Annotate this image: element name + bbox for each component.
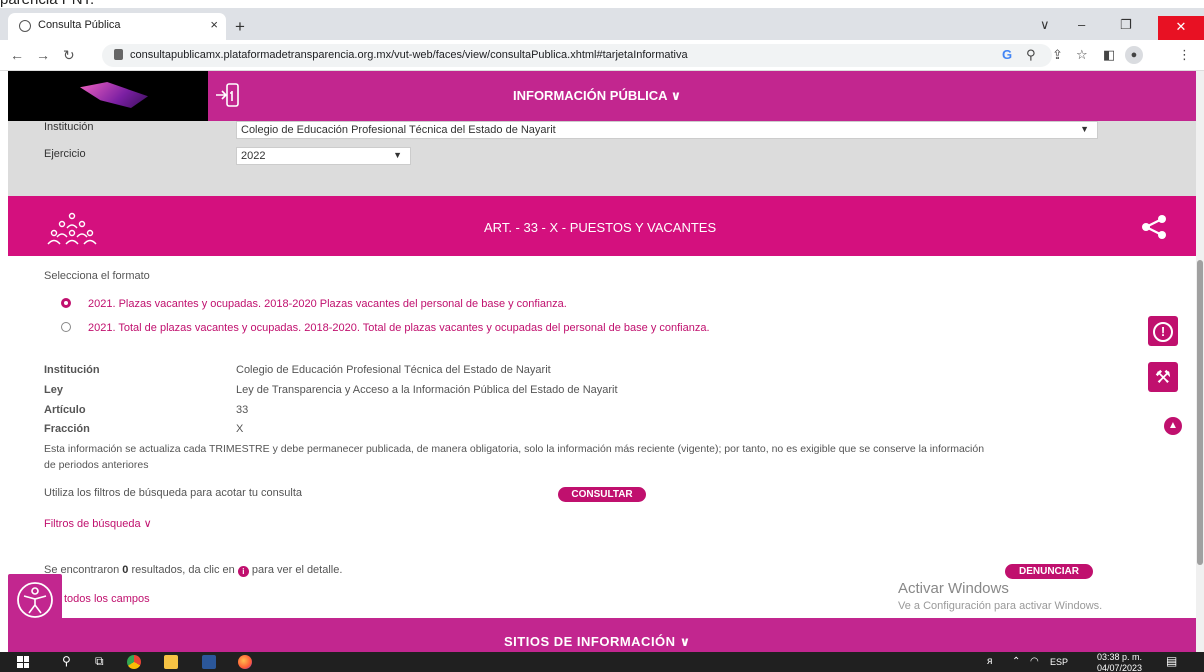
site-logo[interactable]: [8, 71, 208, 121]
share-icon[interactable]: [1140, 214, 1168, 240]
bookmark-star-icon[interactable]: ☆: [1076, 47, 1088, 63]
todos-campos-link[interactable]: todos los campos: [64, 593, 150, 605]
institucion-select[interactable]: Colegio de Educación Profesional Técnica…: [236, 121, 1098, 139]
browser-tab[interactable]: Consulta Pública ×: [8, 13, 226, 40]
update-note-line-1: Esta información se actualiza cada TRIME…: [44, 443, 985, 455]
language-indicator[interactable]: ESP: [1050, 657, 1068, 667]
forward-icon[interactable]: →: [36, 47, 50, 63]
tab-close-icon[interactable]: ×: [210, 17, 218, 32]
side-panel-icon[interactable]: ◧: [1103, 47, 1115, 63]
info-label: Ley: [44, 384, 63, 396]
tab-title: Consulta Pública: [38, 19, 121, 31]
results-summary: Se encontraron 0 resultados, da clic en …: [44, 564, 342, 577]
profile-avatar-icon[interactable]: ●: [1125, 46, 1143, 64]
notifications-icon[interactable]: ▤: [1166, 654, 1177, 668]
activate-windows-subtitle: Ve a Configuración para activar Windows.: [898, 600, 1103, 612]
url-field[interactable]: consultapublicamx.plataformadetransparen…: [102, 44, 1052, 67]
alert-icon[interactable]: !: [1148, 316, 1178, 346]
info-value: X: [236, 423, 244, 435]
lock-icon: [114, 49, 123, 60]
footer-bar: SITIOS DE INFORMACIÓN ∨: [8, 618, 1196, 652]
share-page-icon[interactable]: ⇪: [1052, 47, 1063, 63]
url-text: consultapublicamx.plataformadetransparen…: [130, 49, 688, 61]
logo-shape: [80, 82, 148, 108]
clock-date[interactable]: 04/07/2023: [1097, 663, 1142, 672]
close-window-button[interactable]: ✕: [1158, 16, 1204, 40]
people-network-icon: [47, 212, 97, 245]
caption-strip: parencia PNT.: [0, 0, 1204, 8]
back-icon[interactable]: ←: [10, 47, 24, 63]
institucion-select-value: Colegio de Educación Profesional Técnica…: [241, 124, 556, 136]
chevron-down-icon: ▼: [1080, 124, 1089, 134]
info-value: Ley de Transparencia y Acceso a la Infor…: [236, 384, 618, 396]
people-tray-icon[interactable]: ᴙ: [987, 656, 992, 667]
section-banner: ART. - 33 - X - PUESTOS Y VACANTES: [8, 196, 1196, 256]
firefox-icon[interactable]: [238, 655, 252, 669]
info-value: 33: [236, 404, 249, 416]
search-icon[interactable]: ⚲: [62, 654, 71, 668]
clock-time[interactable]: 03:38 p. m.: [1097, 652, 1142, 662]
institucion-label: Institución: [44, 121, 94, 133]
chevron-down-icon: ▼: [393, 150, 402, 160]
google-icon[interactable]: G: [1002, 47, 1012, 62]
tab-search-chevron-icon[interactable]: ∨: [1040, 17, 1050, 33]
update-note-line-2: de periodos anteriores: [44, 459, 149, 471]
ejercicio-select-value: 2022: [241, 150, 266, 162]
filtros-busqueda-link[interactable]: Filtros de búsqueda ∨: [44, 517, 152, 530]
new-tab-button[interactable]: +: [235, 17, 245, 37]
wrench-icon[interactable]: ⚒: [1148, 362, 1178, 392]
windows-start-icon[interactable]: [17, 656, 29, 668]
tray-chevron-icon[interactable]: ⌃: [1012, 656, 1020, 667]
informacion-publica-menu[interactable]: INFORMACIÓN PÚBLICA ∨: [513, 88, 681, 104]
ejercicio-label: Ejercicio: [44, 148, 86, 160]
denunciar-button[interactable]: DENUNCIAR: [1005, 564, 1093, 579]
formato-radio-1[interactable]: [61, 298, 71, 308]
alert-glyph: !: [1153, 322, 1173, 343]
wifi-icon[interactable]: ◠: [1030, 656, 1039, 667]
scroll-up-icon[interactable]: ▲: [1164, 417, 1182, 435]
zoom-icon[interactable]: ⚲: [1026, 47, 1036, 63]
formato-radio-2[interactable]: [61, 322, 71, 332]
results-suffix-a: resultados, da clic en: [128, 564, 238, 576]
minimize-button[interactable]: –: [1078, 17, 1085, 32]
menu-kebab-icon[interactable]: ⋮: [1178, 47, 1191, 63]
reload-icon[interactable]: ↻: [63, 47, 75, 64]
results-suffix-b: para ver el detalle.: [248, 564, 343, 576]
exit-info-icon[interactable]: [214, 81, 240, 109]
info-label: Fracción: [44, 423, 90, 435]
globe-icon: [19, 20, 31, 32]
site-header: INFORMACIÓN PÚBLICA ∨: [8, 71, 1196, 121]
formato-option-2-label[interactable]: 2021. Total de plazas vacantes y ocupada…: [88, 322, 710, 334]
info-value: Colegio de Educación Profesional Técnica…: [236, 364, 551, 376]
info-circle-icon: i: [237, 566, 249, 577]
filter-panel: Institución Colegio de Educación Profesi…: [8, 121, 1196, 196]
formato-label: Selecciona el formato: [44, 270, 150, 282]
file-explorer-icon[interactable]: [164, 655, 178, 669]
address-bar: ← → ↻ consultapublicamx.plataformadetran…: [0, 40, 1204, 71]
info-label: Artículo: [44, 404, 86, 416]
chrome-icon[interactable]: [127, 655, 141, 669]
caption-text: parencia PNT.: [0, 0, 94, 8]
windows-taskbar: ⚲ ⧉ ᴙ ⌃ ◠ ESP 03:38 p. m. 04/07/2023 ▤: [0, 652, 1204, 672]
scrollbar-thumb[interactable]: [1197, 260, 1203, 565]
browser-tab-bar: Consulta Pública × + ∨ – ❐ ✕: [0, 8, 1204, 40]
sitios-informacion-menu[interactable]: SITIOS DE INFORMACIÓN ∨: [504, 634, 691, 650]
article-title: ART. - 33 - X - PUESTOS Y VACANTES: [484, 220, 717, 235]
ejercicio-select[interactable]: 2022 ▼: [236, 147, 411, 165]
task-view-icon[interactable]: ⧉: [95, 654, 104, 669]
info-label: Institución: [44, 364, 100, 376]
activate-windows-title: Activar Windows: [898, 580, 1009, 597]
consultar-button[interactable]: CONSULTAR: [558, 487, 646, 502]
word-icon[interactable]: [202, 655, 216, 669]
restore-button[interactable]: ❐: [1120, 17, 1132, 33]
search-hint: Utiliza los filtros de búsqueda para aco…: [44, 487, 303, 499]
formato-option-1-label[interactable]: 2021. Plazas vacantes y ocupadas. 2018-2…: [88, 298, 567, 310]
